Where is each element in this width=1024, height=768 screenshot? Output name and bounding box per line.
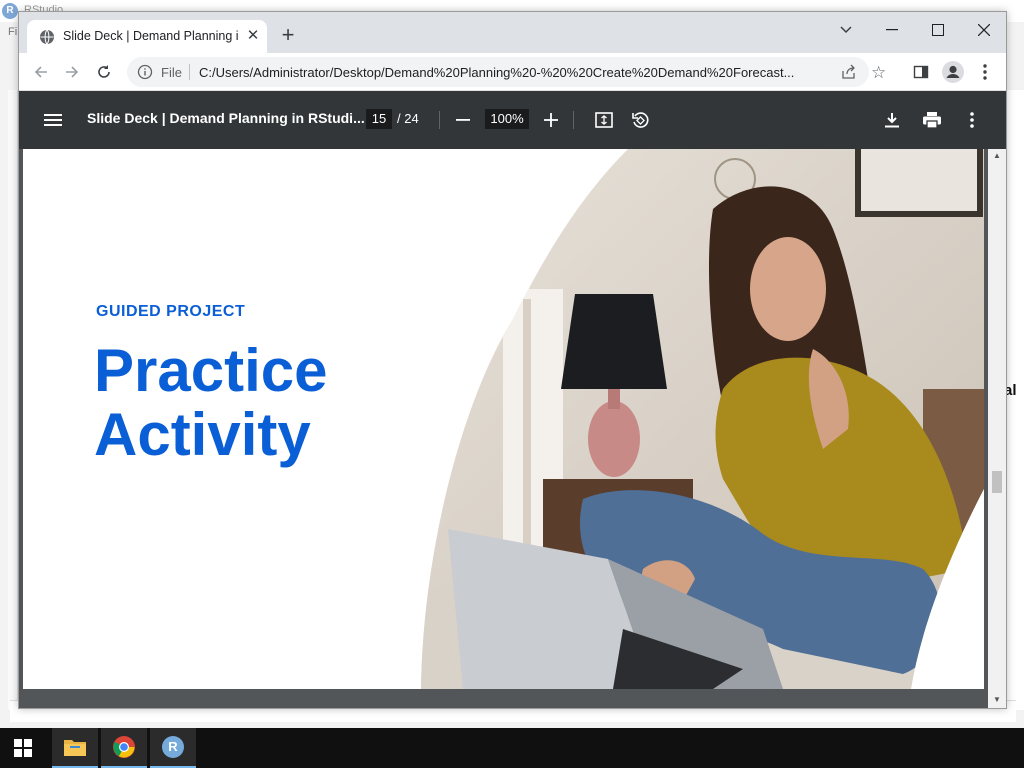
chrome-menu-button[interactable] — [973, 60, 997, 84]
minimize-icon — [886, 29, 898, 31]
avatar-icon — [942, 61, 964, 83]
minimize-button[interactable] — [877, 18, 907, 42]
browser-toolbar: File C:/Users/Administrator/Desktop/Dema… — [19, 53, 1006, 91]
share-icon[interactable] — [841, 64, 857, 80]
rstudio-right-pane — [1006, 90, 1024, 710]
address-bar[interactable]: File C:/Users/Administrator/Desktop/Dema… — [127, 57, 886, 87]
forward-button[interactable] — [60, 60, 84, 84]
scroll-thumb[interactable] — [992, 471, 1002, 493]
tab-strip: Slide Deck | Demand Planning in ✕ + — [19, 12, 1006, 53]
chevron-down-icon — [840, 26, 852, 34]
kebab-menu-icon — [983, 64, 987, 80]
side-panel-button[interactable] — [909, 60, 933, 84]
reload-button[interactable] — [92, 60, 116, 84]
tab-title: Slide Deck | Demand Planning in — [63, 29, 238, 43]
minus-icon — [456, 119, 470, 121]
slide-page: GUIDED PROJECT Practice Activity — [23, 149, 984, 689]
rotate-button[interactable] — [628, 108, 652, 132]
profile-button[interactable] — [941, 60, 965, 84]
taskbar-file-explorer[interactable] — [52, 728, 98, 768]
chrome-icon — [113, 736, 135, 758]
fit-to-page-button[interactable] — [592, 108, 616, 132]
omnibox-divider — [189, 64, 190, 80]
browser-tab[interactable]: Slide Deck | Demand Planning in ✕ — [27, 20, 267, 53]
toolbar-divider — [439, 111, 440, 129]
plus-icon — [544, 113, 558, 127]
back-button[interactable] — [29, 60, 53, 84]
pdf-scrollbar[interactable]: ▲ ▼ — [988, 149, 1006, 708]
kebab-menu-icon — [970, 112, 974, 128]
download-button[interactable] — [880, 108, 904, 132]
pdf-viewport[interactable]: GUIDED PROJECT Practice Activity — [19, 149, 996, 708]
fit-page-icon — [595, 112, 613, 128]
pdf-title: Slide Deck | Demand Planning in RStudi..… — [87, 110, 365, 126]
file-explorer-icon — [64, 740, 86, 756]
printer-icon — [923, 112, 941, 128]
rstudio-logo-icon: R — [2, 3, 18, 19]
globe-icon — [40, 29, 54, 45]
back-arrow-icon — [34, 66, 47, 78]
chrome-window: Slide Deck | Demand Planning in ✕ + File — [18, 11, 1007, 709]
tab-search-button[interactable] — [831, 18, 861, 42]
zoom-in-button[interactable] — [539, 108, 563, 132]
windows-taskbar: R — [0, 728, 1024, 768]
reload-icon — [98, 65, 110, 78]
download-icon — [885, 113, 899, 128]
rstudio-icon: R — [162, 736, 184, 758]
hamburger-menu-icon — [44, 114, 62, 126]
toolbar-divider — [573, 111, 574, 129]
pdf-more-button[interactable] — [960, 108, 984, 132]
page-total: / 24 — [397, 111, 419, 126]
pdf-sidebar-button[interactable] — [41, 108, 65, 132]
close-icon — [978, 24, 990, 36]
maximize-button[interactable] — [923, 18, 953, 42]
new-tab-button[interactable]: + — [277, 24, 299, 46]
bookmark-star-icon[interactable]: ☆ — [871, 63, 886, 83]
close-window-button[interactable] — [969, 18, 999, 42]
forward-arrow-icon — [66, 66, 79, 78]
zoom-level-input[interactable]: 100% — [485, 109, 529, 129]
taskbar-chrome[interactable] — [101, 728, 147, 768]
rstudio-left-pane — [8, 90, 18, 710]
rstudio-menu-fragment[interactable]: Fi — [8, 26, 17, 38]
headline-line-2: Activity — [94, 401, 311, 468]
taskbar-rstudio[interactable]: R — [150, 728, 196, 768]
zoom-out-button[interactable] — [451, 108, 475, 132]
windows-start-icon — [14, 739, 32, 757]
rotate-icon — [632, 112, 649, 128]
scheme-label: File — [161, 65, 182, 80]
side-panel-icon — [913, 65, 929, 79]
scroll-down-arrow-icon[interactable]: ▼ — [993, 695, 1001, 704]
tab-close-icon[interactable]: ✕ — [243, 26, 263, 46]
info-icon[interactable] — [137, 64, 153, 80]
scroll-up-arrow-icon[interactable]: ▲ — [993, 151, 1001, 160]
page-number-input[interactable]: 15 — [366, 109, 392, 129]
slide-headline: Practice Activity — [94, 339, 328, 467]
url-text[interactable]: C:/Users/Administrator/Desktop/Demand%20… — [199, 65, 839, 80]
start-button[interactable] — [0, 728, 46, 768]
headline-line-1: Practice — [94, 337, 328, 404]
print-button[interactable] — [920, 108, 944, 132]
maximize-icon — [932, 24, 944, 36]
pdf-toolbar: Slide Deck | Demand Planning in RStudi..… — [19, 91, 1006, 149]
slide-eyebrow: GUIDED PROJECT — [96, 303, 246, 320]
